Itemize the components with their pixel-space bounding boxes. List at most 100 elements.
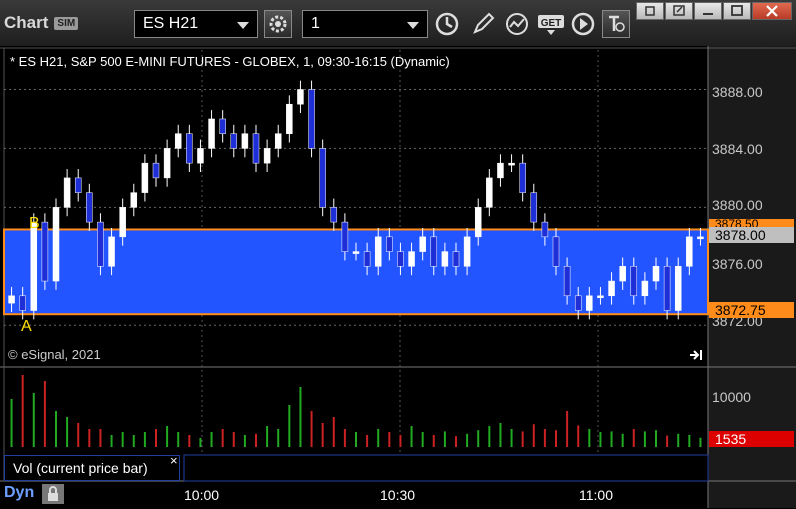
price-label-3884: 3884.00 bbox=[712, 141, 763, 157]
text-icon bbox=[609, 15, 625, 32]
sim-badge: SIM bbox=[54, 16, 79, 30]
interval-value: 1 bbox=[311, 15, 320, 32]
symbol-dropdown[interactable]: ES H21 bbox=[134, 10, 258, 38]
play-icon bbox=[571, 12, 595, 36]
candle bbox=[586, 295, 593, 311]
candle bbox=[263, 148, 271, 164]
candle bbox=[430, 236, 438, 267]
chart-title: * ES H21, S&P 500 E-MINI FUTURES - GLOBE… bbox=[10, 54, 450, 69]
candle bbox=[541, 221, 549, 238]
candle bbox=[108, 236, 115, 267]
study-icon bbox=[506, 13, 528, 35]
dynamic-toggle[interactable]: Dyn bbox=[4, 484, 34, 502]
candle bbox=[174, 133, 182, 149]
candle bbox=[119, 207, 126, 238]
get-icon: GET bbox=[538, 15, 564, 35]
volume-close-icon[interactable]: × bbox=[170, 453, 178, 468]
volume-current-tag: 1535 bbox=[709, 431, 794, 447]
marker-a: A bbox=[21, 318, 32, 335]
time-label-1100: 11:00 bbox=[579, 487, 613, 503]
candle bbox=[686, 236, 693, 267]
scroll-to-end-icon[interactable] bbox=[688, 348, 704, 362]
candle bbox=[30, 221, 38, 311]
candle bbox=[363, 251, 371, 267]
draw-button[interactable] bbox=[468, 10, 498, 38]
candle bbox=[474, 207, 482, 238]
candle bbox=[463, 236, 471, 267]
candle bbox=[486, 177, 493, 208]
symbol-value: ES H21 bbox=[143, 15, 199, 32]
candle bbox=[497, 162, 504, 179]
text-button[interactable] bbox=[602, 10, 630, 38]
candle bbox=[341, 221, 349, 252]
close-button[interactable] bbox=[752, 2, 792, 20]
candle bbox=[608, 280, 615, 297]
volume-label-text: Vol (current price bar) bbox=[13, 460, 148, 476]
price-chart[interactable] bbox=[0, 46, 796, 508]
candle bbox=[230, 133, 238, 149]
candle bbox=[530, 192, 538, 223]
candle bbox=[52, 207, 60, 282]
restore-icon bbox=[645, 6, 655, 16]
candle bbox=[241, 133, 249, 149]
lock-button[interactable] bbox=[42, 484, 64, 504]
band-bottom-tag: 3872.75 bbox=[709, 302, 794, 318]
price-label-3888: 3888.00 bbox=[712, 84, 763, 100]
candle bbox=[86, 192, 93, 223]
candle bbox=[330, 207, 338, 223]
app-title: Chart SIM bbox=[4, 6, 79, 40]
candle bbox=[319, 148, 326, 208]
popout-button[interactable] bbox=[665, 2, 693, 20]
candle bbox=[8, 295, 15, 304]
popout-icon bbox=[673, 5, 685, 16]
candle bbox=[674, 266, 682, 311]
play-button[interactable] bbox=[568, 10, 598, 38]
candle bbox=[563, 266, 571, 297]
candle bbox=[597, 295, 604, 299]
candle bbox=[397, 251, 404, 267]
settings-button[interactable] bbox=[264, 10, 292, 38]
candle bbox=[19, 295, 26, 311]
candle bbox=[97, 221, 104, 267]
maximize-icon bbox=[731, 5, 743, 16]
studies-button[interactable] bbox=[502, 10, 532, 38]
get-button[interactable]: GET bbox=[536, 10, 566, 38]
svg-text:GET: GET bbox=[541, 18, 562, 29]
candle bbox=[374, 236, 382, 267]
candle bbox=[308, 89, 315, 149]
candle bbox=[152, 162, 160, 179]
candle bbox=[552, 236, 560, 267]
marker-b: B bbox=[29, 215, 40, 232]
interval-dropdown[interactable]: 1 bbox=[302, 10, 428, 38]
close-icon bbox=[766, 5, 778, 17]
candle bbox=[641, 280, 649, 297]
restore-button[interactable] bbox=[636, 2, 664, 20]
pencil-icon bbox=[473, 12, 495, 34]
candle bbox=[441, 251, 449, 267]
candle bbox=[219, 118, 226, 134]
candle bbox=[630, 266, 638, 297]
candle bbox=[286, 103, 293, 134]
candle bbox=[519, 162, 526, 193]
candle bbox=[408, 251, 415, 267]
clock-icon bbox=[435, 12, 459, 36]
candle bbox=[619, 266, 626, 282]
copyright: © eSignal, 2021 bbox=[8, 347, 101, 362]
candle bbox=[652, 266, 660, 282]
minimize-icon bbox=[703, 13, 713, 15]
time-button[interactable] bbox=[432, 10, 462, 38]
candle bbox=[197, 148, 204, 164]
candle bbox=[252, 133, 260, 164]
app-title-text: Chart bbox=[4, 13, 49, 32]
candle bbox=[574, 295, 582, 311]
candle bbox=[74, 177, 82, 193]
candle bbox=[63, 177, 71, 208]
minimize-button[interactable] bbox=[694, 2, 722, 20]
current-price-tag: 3878.00 bbox=[709, 227, 794, 243]
price-label-3880: 3880.00 bbox=[712, 197, 763, 213]
maximize-button[interactable] bbox=[723, 2, 751, 20]
candle bbox=[452, 251, 460, 267]
chevron-down-icon bbox=[407, 22, 419, 29]
gear-icon bbox=[269, 15, 287, 33]
time-label-1000: 10:00 bbox=[184, 487, 220, 503]
